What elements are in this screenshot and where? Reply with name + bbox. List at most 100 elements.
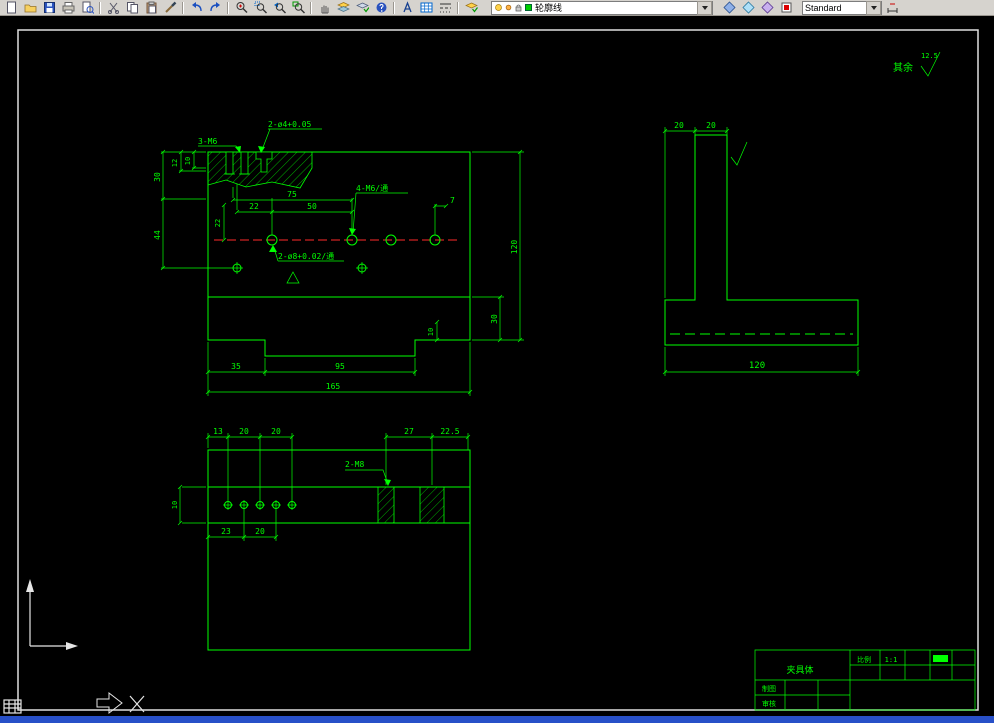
toolbar-separator [310,1,312,14]
dim-165[interactable]: 165 [326,382,341,391]
zoom-window-button[interactable] [251,1,269,15]
color-control-button[interactable] [777,1,795,15]
dim-30-right[interactable]: 30 [490,314,499,324]
dim-20-right[interactable]: 20 [706,121,716,130]
layer-combo-dropdown-button[interactable] [697,0,712,15]
style-combo-dropdown-button[interactable] [866,0,881,15]
toolbar-separator [182,1,184,14]
layer-states-icon [741,1,755,14]
color-control-icon [781,2,791,13]
cad-application-window: 轮廓线 Standard 3-M6 2-ø4+0.05 4-M6/通 2-ø8+… [0,0,994,723]
dim-20-left[interactable]: 20 [674,121,684,130]
command-window-edge[interactable] [0,716,994,723]
dim-13[interactable]: 13 [213,427,223,436]
title-block-mark [933,655,948,662]
dim-style-icon [887,3,897,13]
sun-freeze-icon [505,4,512,11]
dim-10-bottom[interactable]: 10 [171,501,179,509]
zoom-window-icon [254,1,267,14]
lightbulb-icon [495,4,502,11]
paste-clipboard-icon [146,1,156,14]
layer-properties-icon [355,2,369,13]
dim-22-h[interactable]: 22 [249,202,259,211]
surface-roughness-value: 12.5 [921,52,938,60]
help-button[interactable] [372,1,390,15]
dim-50[interactable]: 50 [307,202,317,211]
dim-style-button[interactable] [883,1,901,15]
checked-by-label: 审核 [762,699,776,708]
zoom-previous-icon [273,2,286,14]
table-icon [420,2,432,13]
dim-27[interactable]: 27 [404,427,414,436]
label-2m8[interactable]: 2-M8 [345,460,364,469]
current-text-style: Standard [805,2,842,13]
text-style-button[interactable] [398,1,416,15]
zoom-extents-icon [292,1,305,14]
zoom-extents-button[interactable] [289,1,307,15]
dim-35[interactable]: 35 [231,362,241,371]
drawn-by-label: 制图 [762,684,776,693]
table-button[interactable] [417,1,435,15]
surface-note-text: 其余 [893,61,913,74]
pan-button[interactable] [315,1,333,15]
dim-20-a[interactable]: 20 [239,427,249,436]
dim-22-5[interactable]: 22.5 [440,427,459,436]
undo-button[interactable] [187,1,205,15]
label-4m6[interactable]: 4-M6/通 [356,183,388,193]
save-button[interactable] [40,1,58,15]
dim-12[interactable]: 12 [171,159,179,167]
layer-previous-icon [760,1,774,14]
style-combo[interactable]: Standard [802,0,882,15]
redo-button[interactable] [206,1,224,15]
copy-button[interactable] [123,1,141,15]
dim-95[interactable]: 95 [335,362,345,371]
open-folder-icon [24,4,36,13]
dim-120-side[interactable]: 120 [749,361,765,371]
redo-arrow-icon [209,2,220,12]
open-button[interactable] [21,1,39,15]
dim-120[interactable]: 120 [510,240,519,255]
layer-combo[interactable]: 轮廓线 [491,0,713,15]
linetype-button[interactable] [436,1,454,15]
printer-icon [62,2,74,14]
scale-value: 1:1 [885,656,898,664]
dim-20-b[interactable]: 20 [271,427,281,436]
zoom-realtime-button[interactable] [232,1,250,15]
print-preview-button[interactable] [78,1,96,15]
cut-button[interactable] [104,1,122,15]
label-counterbore[interactable]: 2-ø4+0.05 [268,120,312,129]
toolbar-separator [393,1,395,14]
dim-75[interactable]: 75 [287,190,297,199]
dim-10-right[interactable]: 10 [427,328,435,336]
zoom-previous-button[interactable] [270,1,288,15]
dim-22-v[interactable]: 22 [214,219,222,227]
new-button[interactable] [2,1,20,15]
label-3m6[interactable]: 3-M6 [198,137,217,146]
dim-44[interactable]: 44 [153,230,162,240]
linetype-icon [439,3,451,13]
make-object-layer-current-button[interactable] [720,1,738,15]
dim-23[interactable]: 23 [221,527,231,536]
print-button[interactable] [59,1,77,15]
current-layer-name: 轮廓线 [535,3,563,13]
layer-states-button[interactable] [739,1,757,15]
new-file-icon [6,1,16,14]
text-style-icon [402,1,412,13]
thread-section-hatch-2 [419,486,445,524]
drawing-canvas[interactable]: 3-M6 2-ø4+0.05 4-M6/通 2-ø8+0.02/通 35 95 … [0,16,994,723]
toolbar-separator [227,1,229,14]
toolbar-separator [99,1,101,14]
match-properties-button[interactable] [161,1,179,15]
paste-button[interactable] [142,1,160,15]
chevron-down-icon [701,5,708,10]
layers-button[interactable] [334,1,352,15]
dim-10-top[interactable]: 10 [184,157,192,165]
layer-control-button[interactable] [462,1,480,15]
dim-30-left[interactable]: 30 [153,172,162,182]
dim-20-c[interactable]: 20 [255,527,265,536]
label-2d8[interactable]: 2-ø8+0.02/通 [278,251,334,261]
layer-properties-button[interactable] [353,1,371,15]
thread-section-hatch-1 [377,486,395,524]
dim-7[interactable]: 7 [450,196,455,205]
layer-previous-button[interactable] [758,1,776,15]
